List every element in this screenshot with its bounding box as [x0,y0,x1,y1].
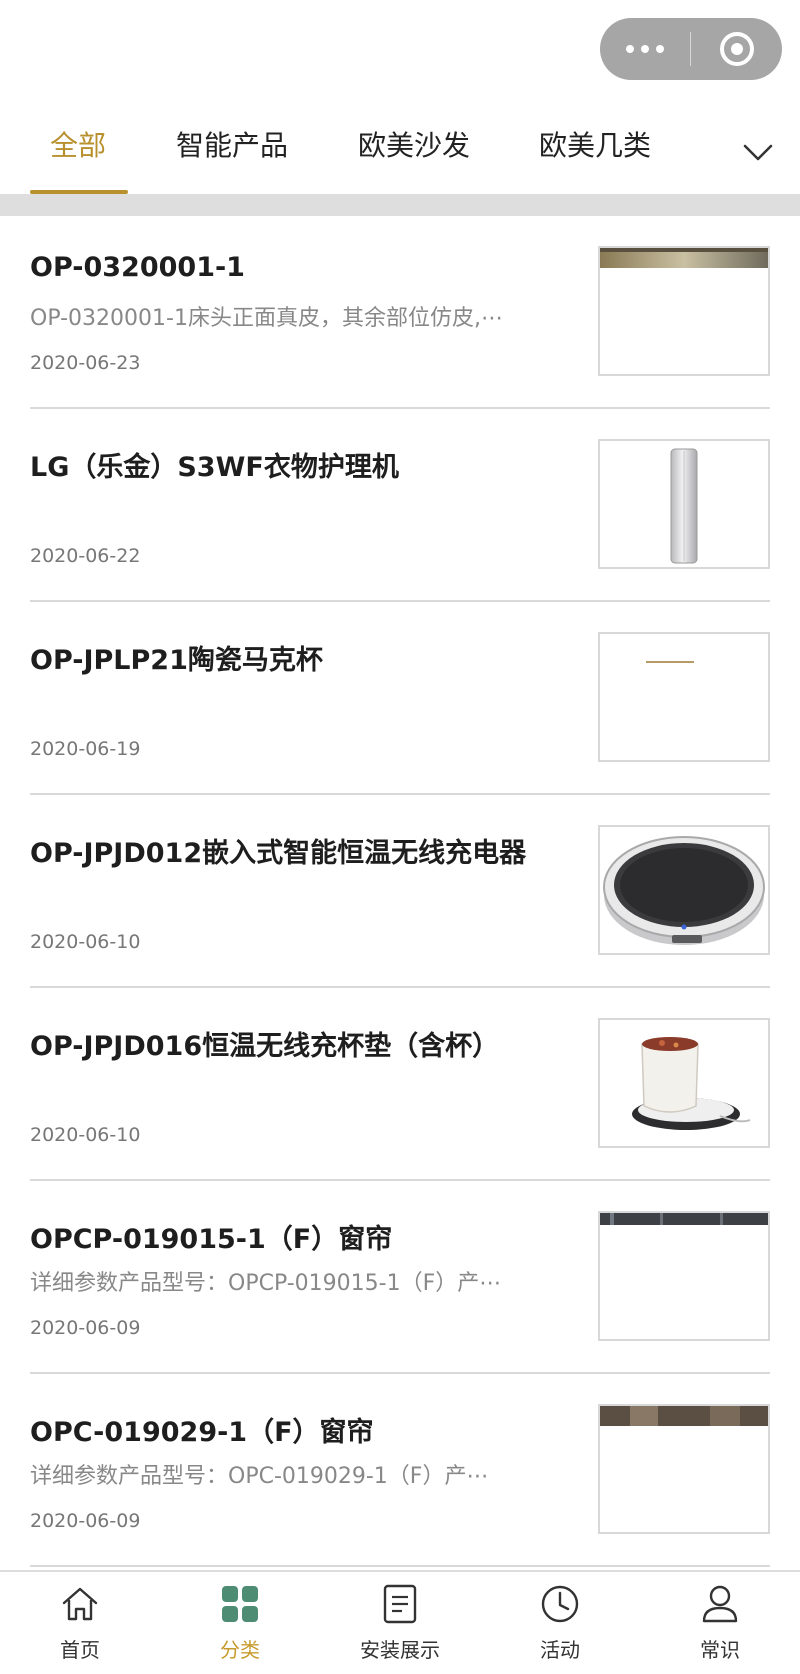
tab-euro-sofa[interactable]: 欧美沙发 [358,124,470,164]
nav-home[interactable]: 首页 [0,1572,160,1674]
item-thumbnail [598,1211,770,1341]
target-close-icon[interactable] [691,18,782,80]
more-dots-icon[interactable] [600,18,690,80]
item-date: 2020-06-23 [30,352,141,374]
bottom-navigation: 首页 分类 安装展示 活动 常识 [0,1570,800,1674]
nav-install-showcase[interactable]: 安装展示 [320,1572,480,1674]
user-icon [702,1585,738,1623]
item-title: OPC-019029-1（F）窗帘 [30,1417,374,1448]
list-item[interactable]: OPC-019029-1（F）窗帘 详细参数产品型号：OPC-019029-1（… [0,1374,800,1567]
item-title: OP-JPJD016恒温无线充杯垫（含杯） [30,1031,500,1062]
nav-home-label: 首页 [60,1638,100,1662]
item-thumbnail [598,632,770,762]
section-separator [0,194,800,216]
nav-category-label: 分类 [220,1638,260,1662]
document-icon [383,1584,417,1624]
product-list: OP-0320001-1 OP-0320001-1床头正面真皮，其余部位仿皮,⋯… [0,216,800,1567]
item-title: OP-0320001-1 [30,252,245,283]
item-date: 2020-06-10 [30,1124,141,1146]
item-title: LG（乐金）S3WF衣物护理机 [30,452,399,483]
item-description: 详细参数产品型号：OPCP-019015-1（F）产⋯ [30,1271,502,1296]
nav-knowledge[interactable]: 常识 [640,1572,800,1674]
nav-install-label: 安装展示 [360,1638,440,1662]
item-date: 2020-06-10 [30,931,141,953]
item-title: OP-JPLP21陶瓷马克杯 [30,645,323,676]
nav-category[interactable]: 分类 [160,1572,320,1674]
clock-icon [541,1585,579,1623]
list-divider [30,1565,770,1567]
list-item[interactable]: OP-JPJD012嵌入式智能恒温无线充电器 2020-06-10 [0,795,800,988]
nav-activity-label: 活动 [540,1638,580,1662]
list-item[interactable]: LG（乐金）S3WF衣物护理机 2020-06-22 [0,409,800,602]
nav-knowledge-label: 常识 [700,1638,740,1662]
item-thumbnail [598,825,770,955]
item-description: 详细参数产品型号：OPC-019029-1（F）产⋯ [30,1464,489,1489]
nav-activity[interactable]: 活动 [480,1572,640,1674]
list-item[interactable]: OP-0320001-1 OP-0320001-1床头正面真皮，其余部位仿皮,⋯… [0,216,800,409]
mini-program-capsule [600,18,782,80]
item-thumbnail [598,1018,770,1148]
item-thumbnail [598,439,770,569]
tab-euro-tables[interactable]: 欧美几类 [539,124,651,164]
item-thumbnail [598,1404,770,1534]
list-item[interactable]: OP-JPLP21陶瓷马克杯 2020-06-19 [0,602,800,795]
list-item[interactable]: OP-JPJD016恒温无线充杯垫（含杯） 2020-06-10 [0,988,800,1181]
list-item[interactable]: OPCP-019015-1（F）窗帘 详细参数产品型号：OPCP-019015-… [0,1181,800,1374]
item-date: 2020-06-19 [30,738,141,760]
item-date: 2020-06-22 [30,545,141,567]
home-icon [62,1587,98,1621]
tab-all[interactable]: 全部 [50,124,106,164]
item-title: OP-JPJD012嵌入式智能恒温无线充电器 [30,838,527,869]
tab-smart-products[interactable]: 智能产品 [176,124,288,164]
category-tabs: 全部 智能产品 欧美沙发 欧美几类 [0,108,800,196]
item-thumbnail [598,246,770,376]
chevron-down-icon[interactable] [742,136,774,168]
item-date: 2020-06-09 [30,1317,141,1339]
item-date: 2020-06-09 [30,1510,141,1532]
item-description: OP-0320001-1床头正面真皮，其余部位仿皮,⋯ [30,306,503,331]
grid-icon [222,1586,258,1622]
item-title: OPCP-019015-1（F）窗帘 [30,1224,393,1255]
